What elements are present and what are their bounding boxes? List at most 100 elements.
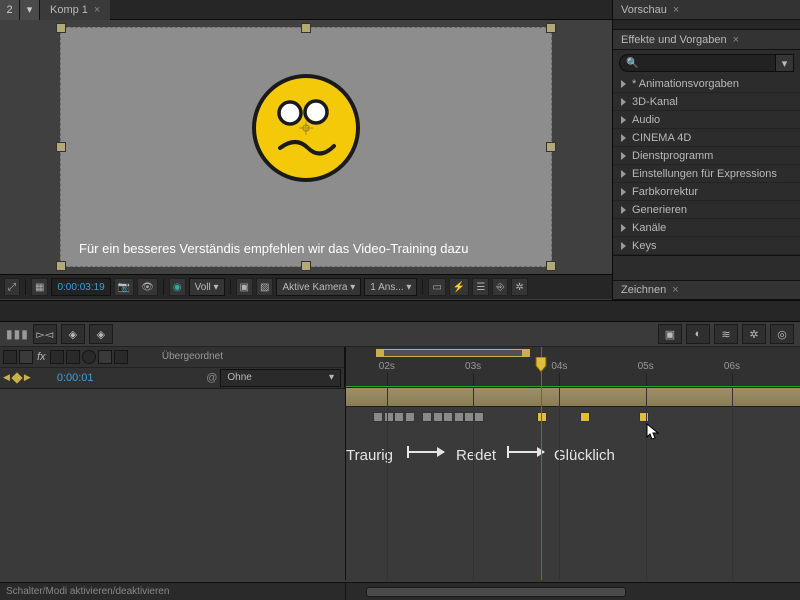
preview-title: Vorschau [621,4,667,16]
layer-bar[interactable] [346,387,800,407]
effects-panel-tab[interactable]: Effekte und Vorgaben × [613,30,800,50]
work-area-bar[interactable] [376,349,530,357]
timeline-icon[interactable]: ☰ [472,278,489,296]
transparency-icon[interactable]: ▨ [256,278,273,296]
switch-toggle[interactable] [98,350,112,364]
magnify-icon[interactable]: ⤢ [4,278,20,296]
effects-category-item[interactable]: * Animationsvorgaben [613,75,800,93]
resize-handle[interactable] [301,23,311,33]
search-options-dropdown[interactable]: ▾ [776,54,794,72]
shy-icon[interactable]: ▻◅ [33,324,57,344]
work-area-start-handle[interactable] [376,349,384,357]
effects-category-item[interactable]: Einstellungen für Expressions [613,165,800,183]
views-select[interactable]: 1 Ans... ▾ [364,278,417,296]
scrollbar-thumb[interactable] [366,587,626,597]
resolution-select[interactable]: Voll ▾ [189,278,225,296]
cube-icon[interactable]: ◈ [61,324,85,344]
graph-icon[interactable]: ≋ [714,324,738,344]
close-icon[interactable]: × [94,4,100,16]
resize-handle[interactable] [546,142,556,152]
category-label: Einstellungen für Expressions [632,168,777,180]
category-label: 3D-Kanal [632,96,678,108]
effects-category-item[interactable]: Kanäle [613,219,800,237]
solo-toggle[interactable] [19,350,33,364]
grid-icon[interactable]: ▦ [31,278,48,296]
parent-pickwhip-icon[interactable]: @ [206,372,217,384]
resize-handle[interactable] [546,261,556,271]
time-ruler[interactable]: 02s03s04s05s06s [346,347,800,387]
resize-handle[interactable] [56,261,66,271]
timeline-tracks[interactable]: 02s03s04s05s06s Traurig Redet Glücklich [345,347,800,580]
snapshot-show-icon[interactable]: 👁 [137,278,158,296]
effects-category-item[interactable]: Audio [613,111,800,129]
effects-category-item[interactable]: 3D-Kanal [613,93,800,111]
switch-toggle[interactable] [50,350,64,364]
switch-toggle[interactable] [82,350,96,364]
keyframe-marker-selected[interactable] [639,412,649,422]
keyframe-marker[interactable] [454,412,464,422]
category-label: CINEMA 4D [632,132,691,144]
preview-panel-tab[interactable]: Vorschau × [613,0,800,20]
effects-category-item[interactable]: Dienstprogramm [613,147,800,165]
parent-select[interactable]: Ohne ▾ [220,369,341,387]
effects-category-item[interactable]: Generieren [613,201,800,219]
prev-keyframe-button[interactable]: ◀ [3,372,10,383]
keyframe-time[interactable]: 0:00:01 [57,372,94,384]
close-icon[interactable]: × [673,4,679,16]
effects-search-field[interactable] [642,56,769,71]
keyframe-marker[interactable] [443,412,453,422]
av-toggle[interactable] [3,350,17,364]
camera-select[interactable]: Aktive Kamera ▾ [276,278,361,296]
resize-handle[interactable] [301,261,311,271]
artboard[interactable]: Für ein besseres Verständis empfehlen wi… [60,27,552,267]
effects-category-item[interactable]: CINEMA 4D [613,129,800,147]
keyframe-marker[interactable] [422,412,432,422]
timecode-field[interactable]: 0:00:03:19 [51,278,110,296]
keyframe-marker[interactable] [433,412,443,422]
effects-category-item[interactable]: Farbkorrektur [613,183,800,201]
keyframe-marker[interactable] [464,412,474,422]
cube2-icon[interactable]: ◈ [89,324,113,344]
channel-icon[interactable]: ◉ [169,278,186,296]
comp-dropdown-icon[interactable]: ▾ [20,0,40,20]
paint-panel-tab[interactable]: Zeichnen × [613,280,800,300]
motion-blur-icon[interactable]: ◐ [686,324,710,344]
keyframe-row[interactable] [346,410,800,426]
comp-tab-label: Komp 1 [50,4,88,16]
comp-tab[interactable]: Komp 1 × [40,0,110,20]
keyframe-marker[interactable] [405,412,415,422]
playhead-icon[interactable] [535,357,547,373]
pixel-aspect-icon[interactable]: ▭ [428,278,445,296]
flowchart-icon[interactable]: ⎆ [492,278,508,296]
switch-toggle[interactable] [114,350,128,364]
resize-handle[interactable] [56,23,66,33]
disclosure-icon [621,98,626,106]
comp-index-button[interactable]: 2 [0,0,20,20]
effects-category-item[interactable]: Keys [613,237,800,255]
frame-blend-icon[interactable]: ▣ [658,324,682,344]
timeline-hscroll[interactable] [345,582,800,600]
resize-handle[interactable] [56,142,66,152]
brainstorm-icon[interactable]: ✲ [742,324,766,344]
keyframe-marker[interactable] [373,412,383,422]
roi-icon[interactable]: ▣ [236,278,253,296]
composition-viewer[interactable]: Für ein besseres Verständis empfehlen wi… [0,20,612,274]
close-icon[interactable]: × [672,284,678,296]
keyframe-marker[interactable] [394,412,404,422]
switch-toggle[interactable] [66,350,80,364]
keyframe-marker-selected[interactable] [580,412,590,422]
work-area-end-handle[interactable] [522,349,530,357]
next-keyframe-button[interactable]: ▶ [24,372,31,383]
keyframe-marker[interactable] [474,412,484,422]
fast-preview-icon[interactable]: ⚡ [449,278,469,296]
close-icon[interactable]: × [733,34,739,46]
toggle-keyframe-button[interactable] [11,372,22,383]
adjust-icon[interactable]: ◎ [770,324,794,344]
playhead[interactable] [541,347,542,580]
keyframe-marker[interactable] [384,412,394,422]
snapshot-icon[interactable]: 📷 [114,278,134,296]
resize-handle[interactable] [546,23,556,33]
effects-search-input[interactable]: 🔍 [619,54,776,72]
disclosure-icon [621,134,626,142]
reset-exposure-icon[interactable]: ✲ [511,278,527,296]
